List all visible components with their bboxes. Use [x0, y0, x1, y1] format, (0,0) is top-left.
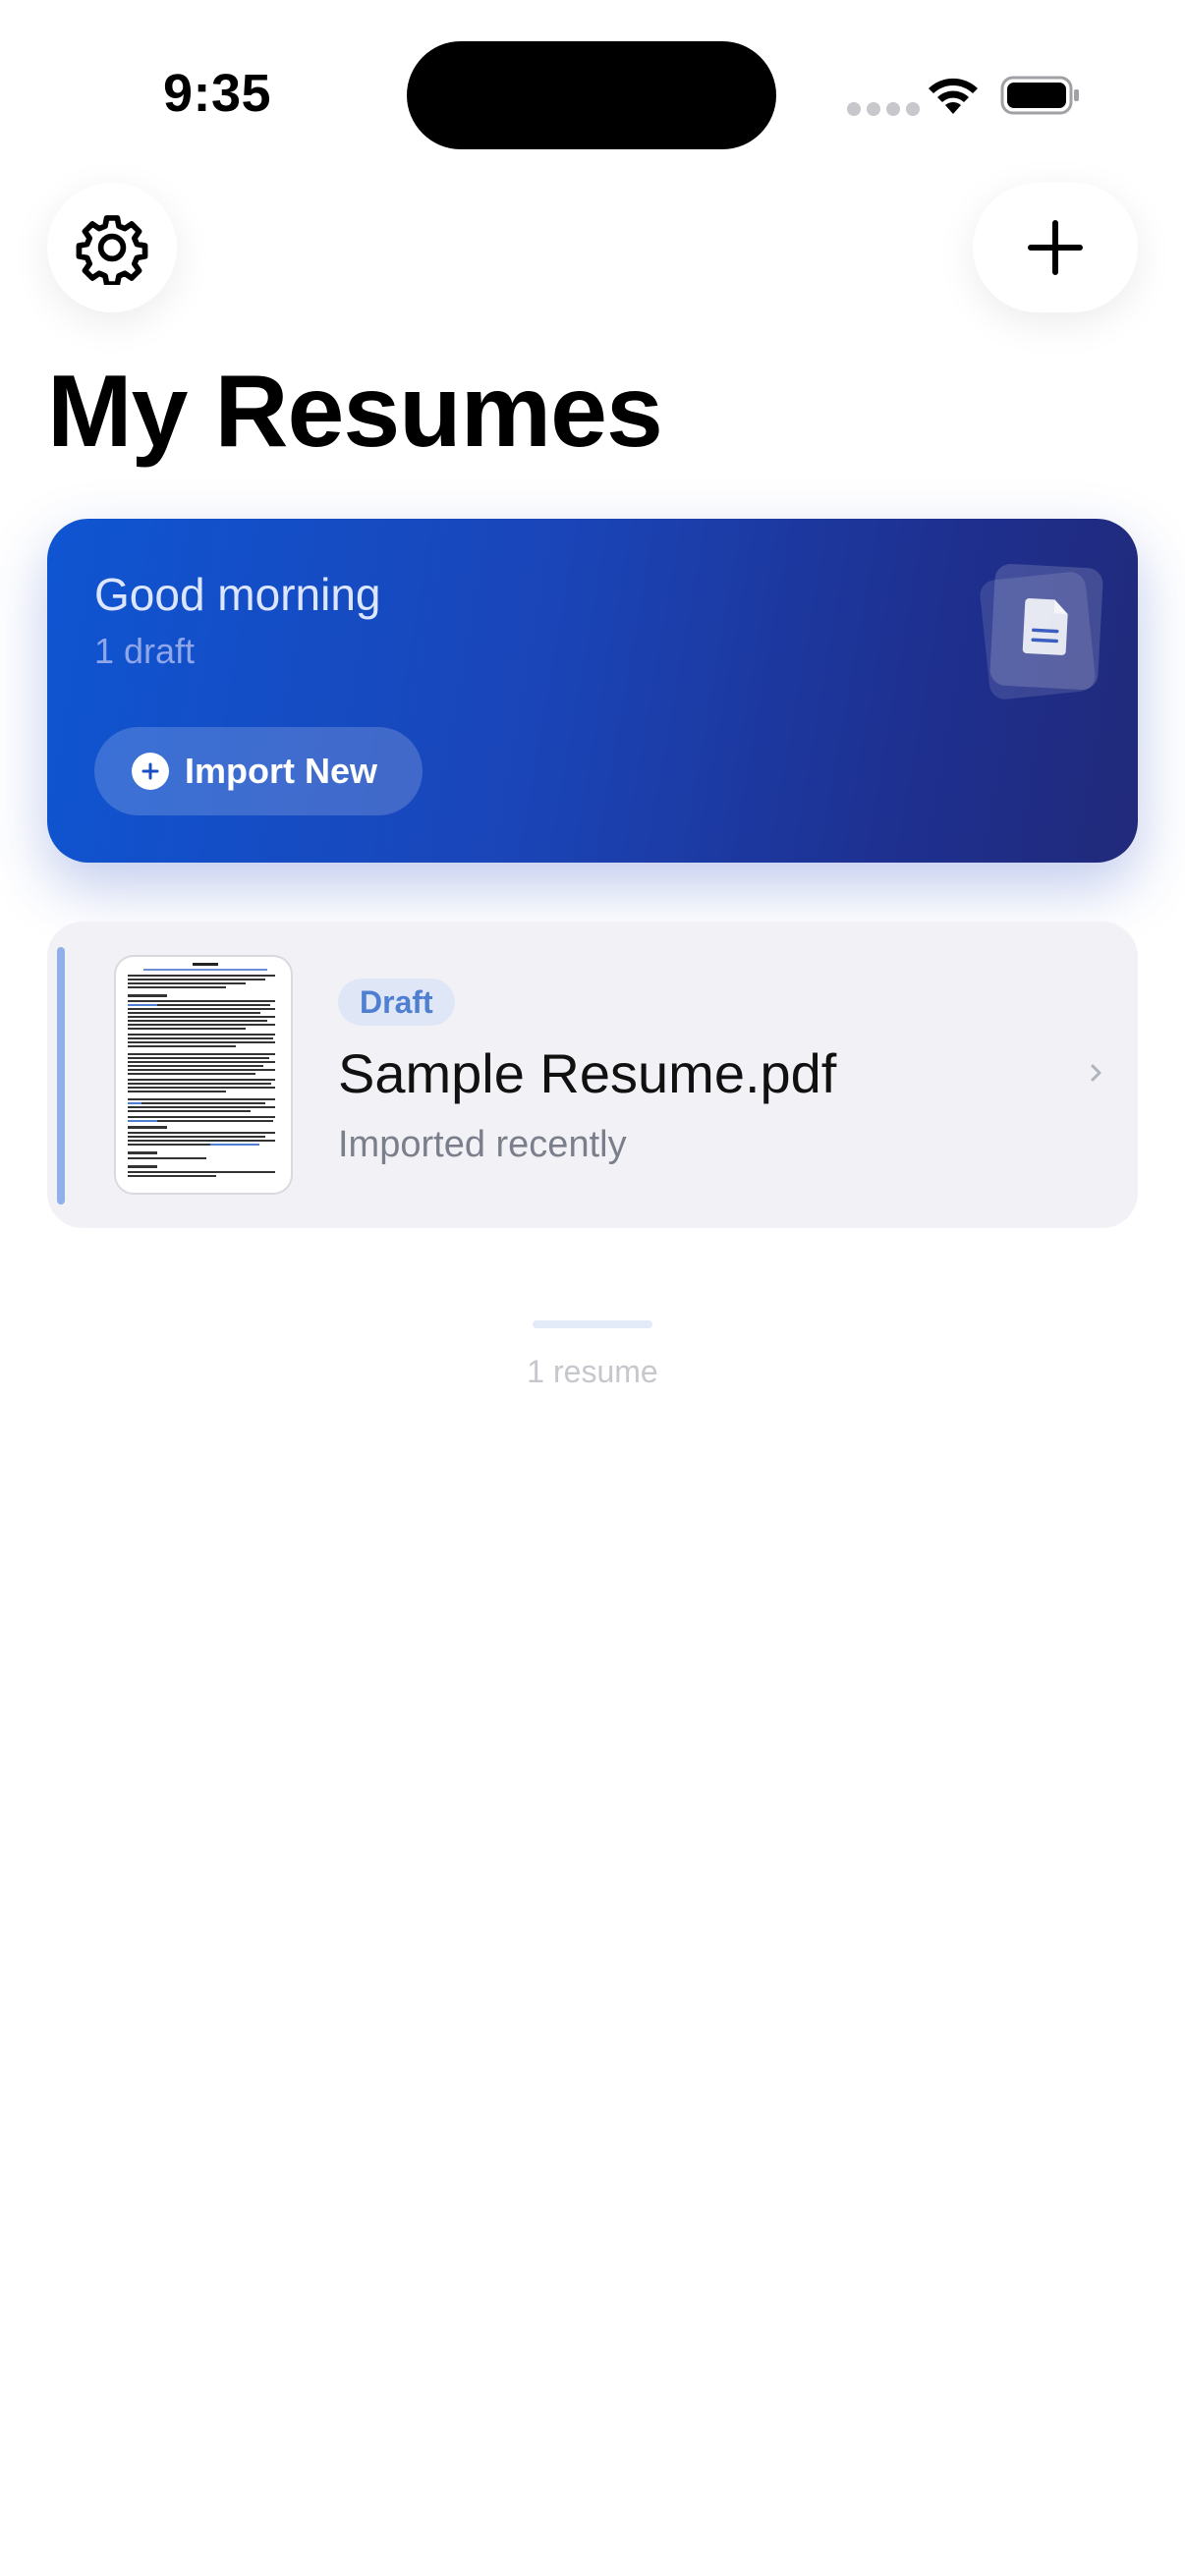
footer-divider: [533, 1320, 652, 1328]
resume-file-name: Sample Resume.pdf: [338, 1042, 837, 1104]
resume-count: 1 resume: [527, 1354, 658, 1389]
greeting-card: Good morning 1 draft Import New: [47, 519, 1138, 863]
dynamic-island: [407, 41, 776, 149]
gear-icon: [76, 215, 148, 285]
import-new-label: Import New: [185, 751, 378, 791]
chevron-right-icon: [1091, 1064, 1101, 1082]
status-time: 9:35: [163, 64, 272, 123]
add-resume-button[interactable]: [973, 183, 1138, 312]
resume-thumbnail: [114, 955, 293, 1195]
resume-list-item[interactable]: Draft Sample Resume.pdf Imported recentl…: [47, 922, 1138, 1228]
import-new-button[interactable]: Import New: [94, 727, 423, 815]
plus-circle-icon: [132, 753, 169, 790]
status-badge: Draft: [338, 979, 455, 1026]
resume-import-status: Imported recently: [338, 1124, 627, 1165]
page-title: My Resumes: [47, 355, 663, 469]
plus-icon: [1028, 220, 1083, 275]
cellular-signal-icon: [847, 102, 920, 116]
draft-count: 1 draft: [94, 631, 196, 671]
wifi-icon: [929, 78, 978, 114]
status-bar: 9:35: [0, 0, 1185, 149]
greeting-text: Good morning: [94, 569, 381, 620]
battery-icon: [1000, 76, 1079, 115]
draft-accent-bar: [57, 947, 65, 1204]
settings-button[interactable]: [47, 183, 177, 312]
document-stack-icon: [978, 563, 1104, 701]
